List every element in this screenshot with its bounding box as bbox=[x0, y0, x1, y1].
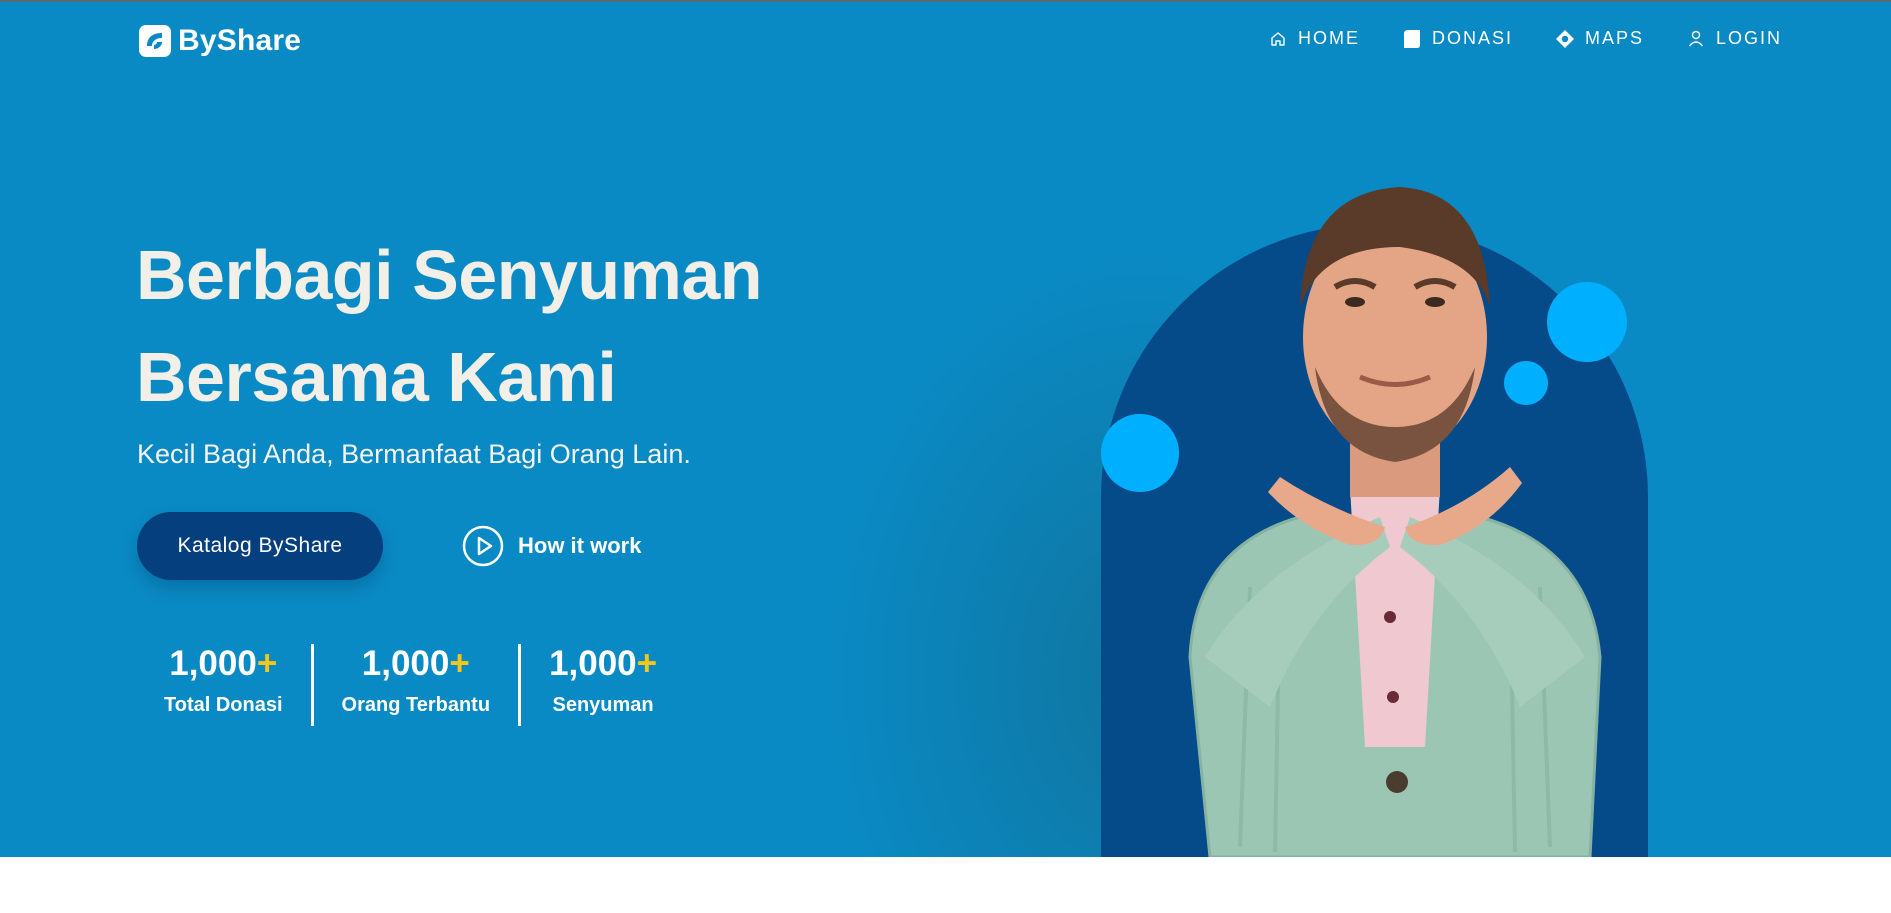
stat-label: Total Donasi bbox=[164, 694, 283, 716]
katalog-button[interactable]: Katalog ByShare bbox=[137, 512, 383, 580]
headline-line-2: Bersama Kami bbox=[136, 338, 617, 416]
stat-value: 1,000+ bbox=[361, 644, 470, 683]
main-nav: HOME DONASI MAPS LOGIN bbox=[1268, 28, 1782, 49]
nav-home-label: HOME bbox=[1298, 28, 1360, 48]
stat-senyuman: 1,000+ Senyuman bbox=[521, 644, 685, 726]
stats-row: 1,000+ Total Donasi 1,000+ Orang Terbant… bbox=[138, 644, 685, 726]
brand-name: ByShare bbox=[178, 24, 302, 57]
hero-subheadline: Kecil Bagi Anda, Bermanfaat Bagi Orang L… bbox=[137, 439, 691, 469]
nav-donasi[interactable]: DONASI bbox=[1402, 28, 1513, 49]
nav-login-label: LOGIN bbox=[1716, 28, 1783, 48]
play-icon bbox=[462, 525, 504, 567]
brand-logo[interactable]: ByShare bbox=[138, 24, 301, 58]
how-it-work-link[interactable]: How it work bbox=[462, 525, 641, 567]
stat-label: Senyuman bbox=[552, 694, 654, 716]
box-icon bbox=[1404, 29, 1420, 48]
home-icon bbox=[1271, 31, 1285, 46]
nav-donasi-label: DONASI bbox=[1432, 28, 1514, 48]
how-it-work-label: How it work bbox=[518, 533, 642, 558]
user-icon bbox=[1688, 30, 1704, 46]
nav-maps-label: MAPS bbox=[1585, 28, 1645, 48]
nav-home[interactable]: HOME bbox=[1268, 28, 1360, 49]
stat-label: Orang Terbantu bbox=[341, 694, 491, 716]
hero-section: ByShare HOME DONASI MAPS LOGIN Berbagi S… bbox=[0, 2, 1891, 857]
stat-value: 1,000+ bbox=[549, 644, 658, 683]
stat-orang-terbantu: 1,000+ Orang Terbantu bbox=[314, 644, 519, 726]
page-content-area bbox=[0, 857, 1891, 913]
location-icon bbox=[1556, 29, 1575, 48]
stat-total-donasi: 1,000+ Total Donasi bbox=[138, 644, 311, 726]
nav-maps[interactable]: MAPS bbox=[1555, 28, 1644, 49]
stat-value: 1,000+ bbox=[169, 644, 278, 683]
nav-login[interactable]: LOGIN bbox=[1686, 28, 1782, 49]
headline-line-1: Berbagi Senyuman bbox=[136, 236, 763, 314]
hero-person-image bbox=[1188, 187, 1602, 857]
hero-headline: Berbagi Senyuman Bersama Kami bbox=[136, 224, 763, 428]
byshare-logo-icon bbox=[139, 25, 171, 57]
